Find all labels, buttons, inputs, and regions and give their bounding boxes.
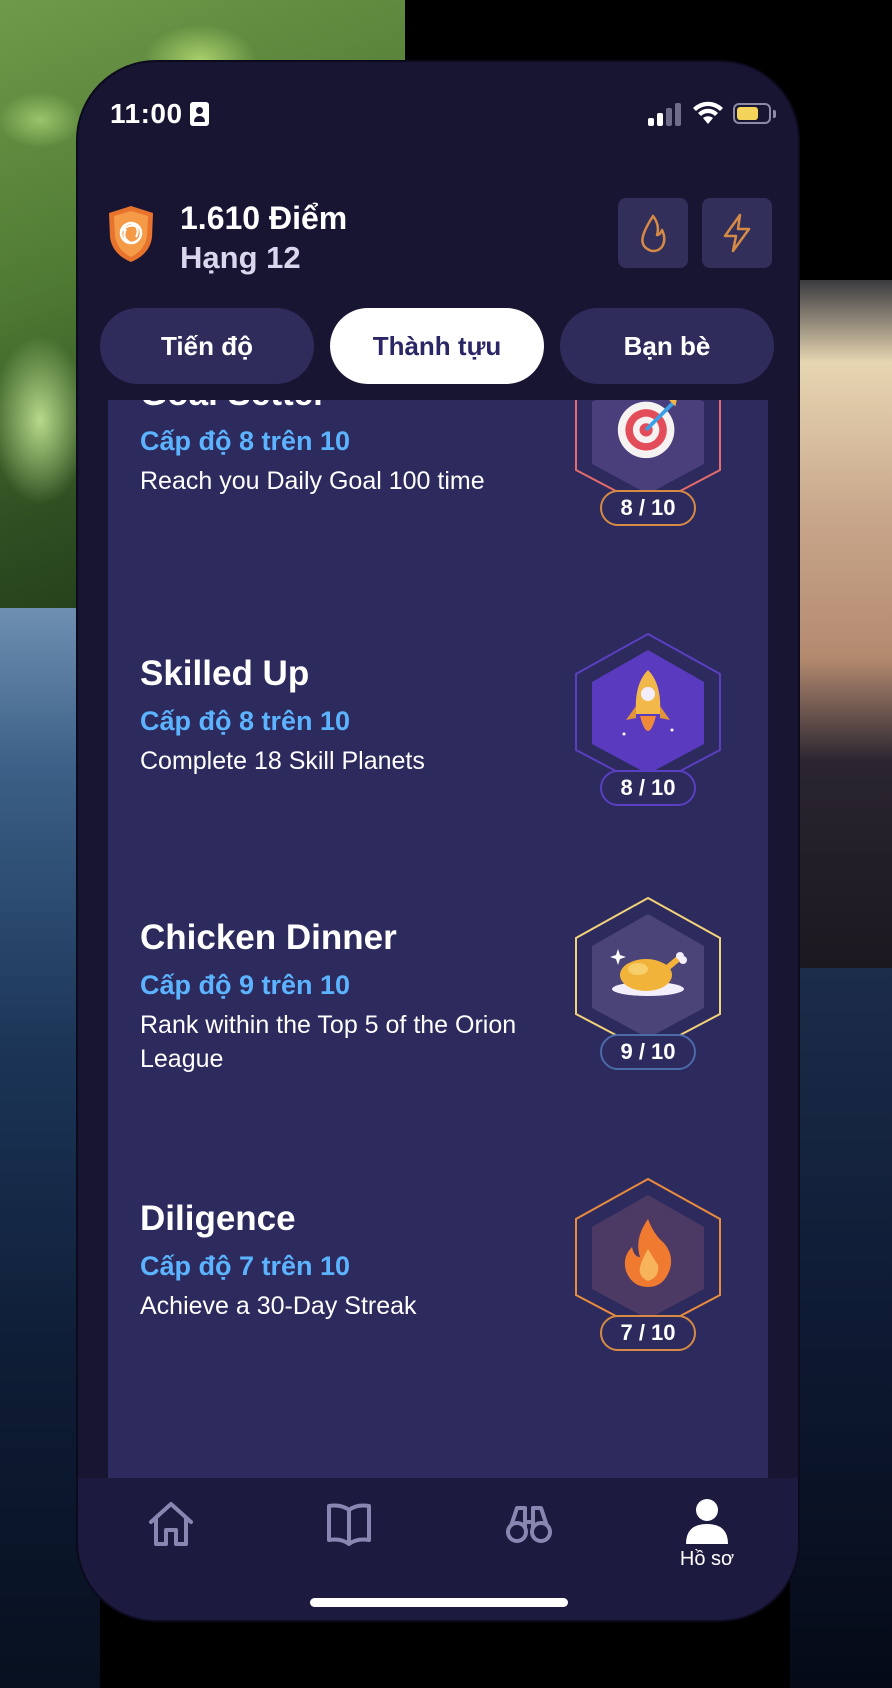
status-bar: 11:00: [78, 62, 798, 152]
person-card-icon: [190, 102, 209, 126]
profile-header: 1.610 Điểm Hạng 12: [78, 192, 798, 292]
points-total: 1.610 Điểm: [180, 200, 348, 236]
achievement-count: 9 / 10: [600, 1034, 696, 1070]
achievement-item[interactable]: Diligence Cấp độ 7 trên 10 Achieve a 30-…: [108, 1165, 768, 1405]
orange-shield-icon: [109, 206, 153, 262]
achievement-item[interactable]: Goal Setter Cấp độ 8 trên 10 Reach you D…: [108, 400, 768, 580]
achievement-description: Reach you Daily Goal 100 time: [140, 467, 485, 495]
achievement-item[interactable]: Chicken Dinner Cấp độ 9 trên 10 Rank wit…: [108, 884, 768, 1124]
achievement-title: Skilled Up: [140, 654, 310, 693]
open-book-icon: [327, 1503, 371, 1546]
tab-learn[interactable]: [304, 1498, 394, 1588]
achievement-description: Rank within the Top 5 of the Orion Leagu…: [140, 1011, 517, 1073]
achievement-level: Cấp độ 8 trên 10: [140, 426, 351, 456]
battery-icon: [733, 103, 771, 124]
tab-profile-label: Hồ sơ: [679, 1548, 735, 1570]
binoculars-icon: [506, 1506, 552, 1543]
achievements-list[interactable]: Goal Setter Cấp độ 8 trên 10 Reach you D…: [108, 400, 768, 1478]
achievement-badge: 9 / 10: [572, 894, 724, 1070]
home-indicator[interactable]: [310, 1598, 568, 1607]
achievement-title: Goal Setter: [140, 400, 327, 414]
background-ocean-photo: [790, 968, 892, 1688]
tab-progress[interactable]: Tiến độ: [100, 308, 314, 384]
background-portrait-photo: [790, 280, 892, 968]
flame-icon: [641, 214, 666, 253]
achievement-item[interactable]: Skilled Up Cấp độ 8 trên 10 Complete 18 …: [108, 620, 768, 860]
achievement-description: Achieve a 30-Day Streak: [140, 1292, 417, 1320]
battery-fill: [737, 107, 758, 120]
person-icon: [686, 1499, 728, 1544]
streak-button[interactable]: [618, 198, 688, 268]
achievement-count: 7 / 10: [600, 1315, 696, 1351]
achievement-description: Complete 18 Skill Planets: [140, 747, 425, 775]
tab-explore[interactable]: [484, 1498, 574, 1588]
achievement-badge: 8 / 10: [572, 400, 724, 526]
achievement-count: 8 / 10: [600, 770, 696, 806]
profile-tabs: Tiến độ Thành tựu Bạn bè: [100, 308, 776, 384]
tab-profile[interactable]: Hồ sơ: [662, 1498, 752, 1588]
achievement-title: Chicken Dinner: [140, 918, 397, 957]
tab-friends[interactable]: Bạn bè: [560, 308, 774, 384]
achievement-badge: 7 / 10: [572, 1175, 724, 1351]
xp-button[interactable]: [702, 198, 772, 268]
league-rank: Hạng 12: [180, 240, 301, 275]
achievement-level: Cấp độ 9 trên 10: [140, 970, 351, 1000]
lightning-icon: [723, 213, 751, 253]
wifi-icon: [693, 101, 723, 124]
phone-screen: 11:00 1.610 Điểm Hạng 12 Tiến độ Thành t…: [78, 62, 798, 1620]
achievement-level: Cấp độ 8 trên 10: [140, 706, 351, 736]
tab-achievements[interactable]: Thành tựu: [330, 308, 544, 384]
battery-tip: [773, 110, 776, 118]
home-icon: [149, 1502, 193, 1546]
roast-chicken-icon: [608, 932, 688, 1012]
rocket-icon: [615, 668, 681, 748]
achievement-count: 8 / 10: [600, 490, 696, 526]
achievement-badge: 8 / 10: [572, 630, 724, 806]
tab-home[interactable]: [126, 1498, 216, 1588]
achievement-title: Diligence: [140, 1199, 296, 1238]
status-time: 11:00: [110, 98, 183, 129]
fire-icon: [615, 1213, 681, 1293]
target-icon: [615, 400, 681, 468]
achievement-level: Cấp độ 7 trên 10: [140, 1251, 351, 1281]
cellular-signal-icon: [648, 102, 682, 126]
